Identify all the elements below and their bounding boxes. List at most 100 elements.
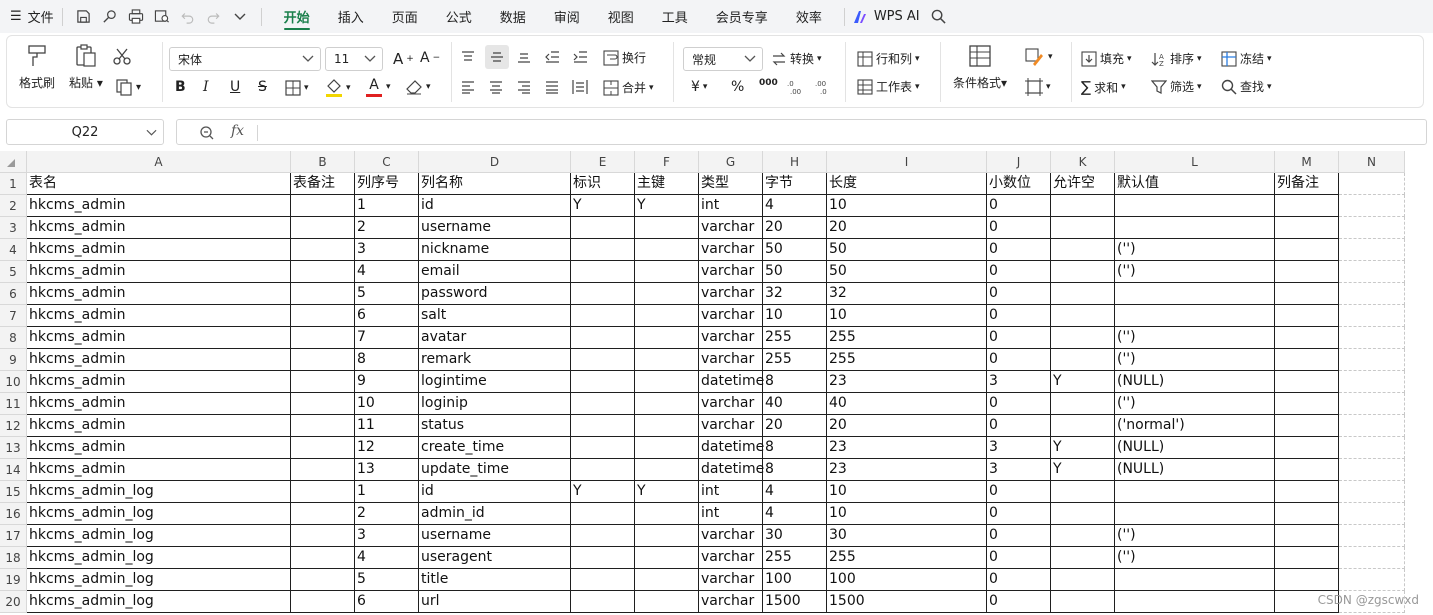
table-cell[interactable]: 0 xyxy=(987,525,1051,547)
table-cell[interactable] xyxy=(1051,569,1115,591)
table-cell[interactable] xyxy=(1275,283,1339,305)
table-cell[interactable]: ('normal') xyxy=(1115,415,1275,437)
column-header-n[interactable]: N xyxy=(1339,151,1405,173)
table-cell[interactable] xyxy=(291,327,355,349)
table-cell[interactable]: 0 xyxy=(987,239,1051,261)
table-cell[interactable]: remark xyxy=(419,349,571,371)
table-cell[interactable]: 5 xyxy=(355,283,419,305)
worksheet-button[interactable]: 工作表 ▾ xyxy=(857,78,920,95)
table-cell[interactable]: 255 xyxy=(827,547,987,569)
table-cell[interactable]: 50 xyxy=(827,261,987,283)
table-cell[interactable]: 3 xyxy=(987,371,1051,393)
table-cell[interactable] xyxy=(635,283,699,305)
table-cell[interactable] xyxy=(1339,569,1405,591)
font-size-select[interactable]: 11 xyxy=(325,47,383,71)
column-header-k[interactable]: K xyxy=(1051,151,1115,173)
table-cell[interactable]: hkcms_admin xyxy=(27,415,291,437)
table-cell[interactable] xyxy=(1051,283,1115,305)
tab-home[interactable]: 开始 xyxy=(270,0,324,33)
header-cell[interactable]: 默认值 xyxy=(1115,173,1275,195)
table-cell[interactable] xyxy=(1275,327,1339,349)
distribute-icon[interactable] xyxy=(572,79,588,95)
table-cell[interactable]: hkcms_admin xyxy=(27,437,291,459)
table-cell[interactable]: 0 xyxy=(987,503,1051,525)
table-cell[interactable]: int xyxy=(699,195,763,217)
table-cell[interactable]: (NULL) xyxy=(1115,459,1275,481)
table-cell[interactable] xyxy=(571,393,635,415)
formula-input[interactable]: fx xyxy=(176,119,1427,145)
table-cell[interactable] xyxy=(635,437,699,459)
table-cell[interactable] xyxy=(291,503,355,525)
row-header[interactable]: 15 xyxy=(0,481,27,503)
fx-icon[interactable]: fx xyxy=(231,123,244,139)
table-cell[interactable]: id xyxy=(419,481,571,503)
column-header-e[interactable]: E xyxy=(571,151,635,173)
table-cell[interactable] xyxy=(635,327,699,349)
table-cell[interactable]: varchar xyxy=(699,261,763,283)
table-cell[interactable]: 0 xyxy=(987,349,1051,371)
table-cell[interactable] xyxy=(571,547,635,569)
column-header-c[interactable]: C xyxy=(355,151,419,173)
print-preview-icon[interactable] xyxy=(151,6,173,28)
row-header[interactable]: 16 xyxy=(0,503,27,525)
header-cell[interactable]: 标识 xyxy=(571,173,635,195)
table-cell[interactable]: Y xyxy=(1051,459,1115,481)
table-cell[interactable] xyxy=(1275,547,1339,569)
table-cell[interactable] xyxy=(1275,371,1339,393)
table-cell[interactable] xyxy=(291,415,355,437)
rows-cols-button[interactable]: 行和列 ▾ xyxy=(857,50,920,67)
row-header[interactable]: 4 xyxy=(0,239,27,261)
table-cell[interactable]: varchar xyxy=(699,393,763,415)
table-cell[interactable] xyxy=(1339,393,1405,415)
decrease-indent-icon[interactable] xyxy=(544,50,560,64)
table-cell[interactable]: 8 xyxy=(355,349,419,371)
table-cell[interactable] xyxy=(1339,261,1405,283)
table-cell[interactable]: email xyxy=(419,261,571,283)
table-cell[interactable] xyxy=(1339,481,1405,503)
table-cell[interactable]: 255 xyxy=(827,349,987,371)
table-cell[interactable]: 1 xyxy=(355,195,419,217)
table-cell[interactable]: hkcms_admin_log xyxy=(27,525,291,547)
table-cell[interactable]: ('') xyxy=(1115,239,1275,261)
table-cell[interactable]: url xyxy=(419,591,571,613)
table-cell[interactable]: varchar xyxy=(699,305,763,327)
table-cell[interactable] xyxy=(1051,239,1115,261)
table-cell[interactable]: hkcms_admin xyxy=(27,217,291,239)
wps-ai-button[interactable]: WPS AI xyxy=(853,0,920,33)
justify-icon[interactable] xyxy=(544,80,560,94)
table-cell[interactable] xyxy=(291,239,355,261)
table-cell[interactable]: hkcms_admin_log xyxy=(27,503,291,525)
table-cell[interactable] xyxy=(1275,437,1339,459)
font-color-button[interactable]: A ▾ xyxy=(365,77,391,97)
table-cell[interactable] xyxy=(1275,525,1339,547)
table-cell[interactable] xyxy=(1115,591,1275,613)
table-cell[interactable]: 9 xyxy=(355,371,419,393)
table-cell[interactable]: 10 xyxy=(827,481,987,503)
table-cell[interactable]: 2 xyxy=(355,503,419,525)
search-icon[interactable] xyxy=(928,6,950,28)
table-cell[interactable] xyxy=(571,591,635,613)
column-header-g[interactable]: G xyxy=(699,151,763,173)
tab-tools[interactable]: 工具 xyxy=(648,0,702,33)
table-cell[interactable] xyxy=(291,371,355,393)
table-cell[interactable]: hkcms_admin xyxy=(27,261,291,283)
table-cell[interactable]: 1 xyxy=(355,481,419,503)
table-cell[interactable]: 255 xyxy=(763,349,827,371)
table-cell[interactable] xyxy=(1051,261,1115,283)
header-cell[interactable]: 允许空 xyxy=(1051,173,1115,195)
table-cell[interactable] xyxy=(635,415,699,437)
table-cell[interactable]: username xyxy=(419,217,571,239)
table-cell[interactable]: 3 xyxy=(987,459,1051,481)
table-cell[interactable]: varchar xyxy=(699,415,763,437)
strikethrough-button[interactable]: S xyxy=(258,79,267,95)
table-cell[interactable]: 0 xyxy=(987,481,1051,503)
table-style-icon[interactable]: ▾ xyxy=(1025,78,1051,96)
table-cell[interactable]: ('') xyxy=(1115,327,1275,349)
table-cell[interactable] xyxy=(1115,569,1275,591)
table-cell[interactable]: 10 xyxy=(355,393,419,415)
table-cell[interactable]: 0 xyxy=(987,393,1051,415)
sum-button[interactable]: ∑ 求和 ▾ xyxy=(1081,78,1126,96)
conditional-format-button[interactable]: 条件格式▾ xyxy=(953,44,1007,91)
row-header[interactable]: 7 xyxy=(0,305,27,327)
align-right-icon[interactable] xyxy=(516,80,532,94)
